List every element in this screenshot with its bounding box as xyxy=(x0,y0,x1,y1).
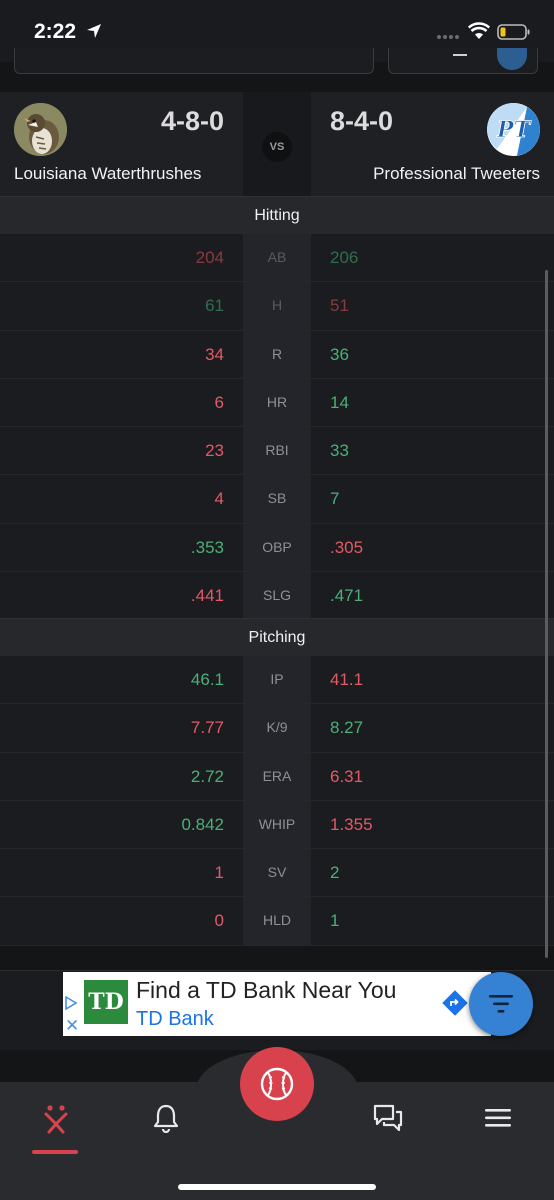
stat-category-label: RBI xyxy=(243,427,311,475)
stat-category-label: OBP xyxy=(243,523,311,572)
left-team-stat-value: .441 xyxy=(190,586,224,606)
stat-row: 2.72 ERA 6.31 xyxy=(0,752,554,801)
wifi-icon xyxy=(468,22,490,39)
right-team-stat-value: 1 xyxy=(330,911,340,931)
left-team-stat-value: .353 xyxy=(190,537,224,557)
stat-category-label: HR xyxy=(243,378,311,427)
right-team-stat-value: 2 xyxy=(330,863,340,883)
right-team-stat-value: .305 xyxy=(330,537,364,557)
filter-icon xyxy=(489,995,513,1013)
center-action-button[interactable] xyxy=(240,1047,314,1121)
stat-row: 61 H 51 xyxy=(0,282,554,331)
left-team-stat-value: 34 xyxy=(205,344,224,364)
pitching-stats-table: 46.1 IP 41.1 7.77 K/9 8.27 2.72 ERA 6.31 0.842 WHI… xyxy=(0,656,554,946)
stat-category-label: R xyxy=(243,330,311,378)
stat-row: .353 OBP .305 xyxy=(0,523,554,573)
location-arrow-icon xyxy=(87,24,101,38)
right-team-stat-value: 8.27 xyxy=(330,718,364,738)
pt-logo-text: PT xyxy=(496,117,532,143)
toggle-knob xyxy=(497,48,527,70)
right-team-stat-value: 7 xyxy=(330,489,340,509)
left-team-stat-value: 204 xyxy=(195,248,224,267)
ad-info-icon[interactable] xyxy=(64,996,78,1010)
week-selector[interactable] xyxy=(14,48,374,74)
stat-category-label: K/9 xyxy=(243,704,311,752)
filter-fab-button[interactable] xyxy=(469,972,533,1036)
stat-category-label: WHIP xyxy=(243,800,311,849)
left-team-record: 4-8-0 xyxy=(160,106,224,136)
top-controls xyxy=(0,48,554,92)
right-team-stat-value: 1.355 xyxy=(330,814,373,834)
stat-category-label: SV xyxy=(243,849,311,897)
right-team-stat-value: 33 xyxy=(330,441,349,461)
bird-photo-avatar xyxy=(14,103,67,156)
stat-row: 4 SB 7 xyxy=(0,475,554,524)
nav-active-indicator xyxy=(32,1150,78,1154)
stat-category-label: AB xyxy=(243,234,311,282)
right-team-name[interactable]: Professional Tweeters xyxy=(373,164,540,184)
left-team-name[interactable]: Louisiana Waterthrushes xyxy=(14,164,201,184)
td-logo-text: TD xyxy=(88,989,124,1015)
vs-badge: VS xyxy=(262,132,292,162)
left-team-avatar[interactable] xyxy=(14,103,67,156)
stat-row: 204 AB 206 xyxy=(0,234,554,283)
stat-category-label: H xyxy=(243,282,311,330)
stat-category-label: SB xyxy=(243,475,311,523)
stat-row: .441 SLG .471 xyxy=(0,572,554,621)
ad-close-icon[interactable]: ✕ xyxy=(65,1017,79,1034)
stat-row: 1 SV 2 xyxy=(0,849,554,898)
left-team-stat-value: 23 xyxy=(205,441,224,461)
section-hitting: Hitting xyxy=(0,196,554,234)
chat-icon[interactable] xyxy=(372,1103,404,1133)
left-team-stat-value: 2.72 xyxy=(190,766,224,786)
view-toggle[interactable] xyxy=(388,48,538,74)
left-team-stat-value: 1 xyxy=(214,863,224,883)
stat-row: 0.842 WHIP 1.355 xyxy=(0,800,554,850)
ad-advertiser[interactable]: TD Bank xyxy=(136,1008,214,1031)
stat-category-label: IP xyxy=(243,656,311,704)
stat-category-label: SLG xyxy=(243,572,311,620)
left-team-stat-value: 61 xyxy=(205,296,224,316)
stat-row: 7.77 K/9 8.27 xyxy=(0,704,554,753)
ad-title[interactable]: Find a TD Bank Near You xyxy=(136,977,396,1004)
baseball-icon xyxy=(260,1067,294,1101)
td-logo: TD xyxy=(84,980,128,1024)
right-team-stat-value: 14 xyxy=(330,392,349,412)
left-team-stat-value: 7.77 xyxy=(190,718,224,738)
right-team-stat-value: 41.1 xyxy=(330,670,364,689)
home-indicator xyxy=(178,1184,376,1190)
bell-icon[interactable] xyxy=(152,1103,180,1133)
status-time: 2:22 xyxy=(34,20,77,43)
hitting-stats-table: 204 AB 206 61 H 51 34 R 36 6 HR 14 23 RBI 33 4 SB 7 .353 OB… xyxy=(0,234,554,621)
left-team-stat-value: 0.842 xyxy=(181,814,224,834)
stat-category-label: ERA xyxy=(243,752,311,800)
section-pitching: Pitching xyxy=(0,618,554,656)
scrollbar[interactable] xyxy=(545,270,548,958)
battery-icon xyxy=(497,24,530,40)
stat-row: 23 RBI 33 xyxy=(0,427,554,476)
menu-icon[interactable] xyxy=(484,1107,512,1129)
left-team-stat-value: 0 xyxy=(214,911,224,931)
directions-icon[interactable] xyxy=(440,988,470,1018)
stat-category-label: HLD xyxy=(243,897,311,945)
stat-row: 0 HLD 1 xyxy=(0,897,554,946)
right-team-stat-value: 51 xyxy=(330,296,349,316)
right-team-stat-value: 206 xyxy=(330,248,359,267)
right-team-avatar[interactable]: PT xyxy=(487,103,540,156)
right-team-stat-value: .471 xyxy=(330,586,364,606)
right-team-stat-value: 6.31 xyxy=(330,766,364,786)
right-team-record: 8-4-0 xyxy=(330,106,394,136)
pt-logo-avatar: PT xyxy=(487,103,540,156)
left-team-stat-value: 6 xyxy=(214,392,224,412)
toggle-bar xyxy=(453,54,467,56)
right-team-stat-value: 36 xyxy=(330,344,349,364)
left-team-stat-value: 46.1 xyxy=(190,670,224,689)
stat-row: 46.1 IP 41.1 xyxy=(0,656,554,705)
left-team-stat-value: 4 xyxy=(214,489,224,509)
signal-icon xyxy=(437,35,459,39)
stat-row: 34 R 36 xyxy=(0,330,554,379)
matchup-icon[interactable] xyxy=(40,1103,72,1135)
stat-row: 6 HR 14 xyxy=(0,378,554,428)
